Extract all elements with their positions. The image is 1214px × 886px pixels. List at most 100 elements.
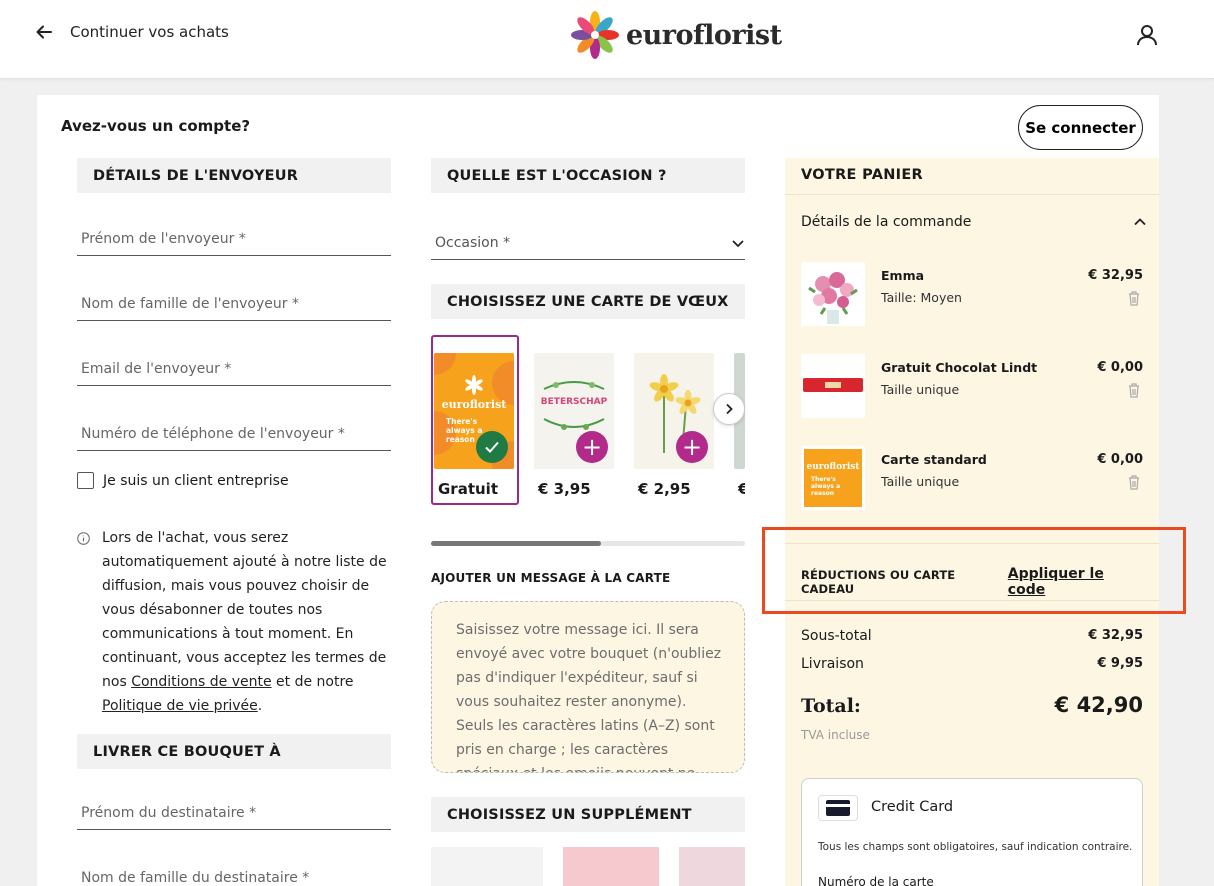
- card-price: € 2,95: [638, 480, 691, 498]
- item-name: Emma: [881, 268, 925, 283]
- info-text-part: .: [257, 698, 263, 714]
- total-label: Total:: [801, 695, 861, 717]
- chevron-right-icon: [726, 403, 733, 415]
- card-thumbnail-tagline: There's always a reason: [811, 476, 841, 497]
- card-thumbnail-brand: euroflorist: [806, 462, 860, 472]
- card-price: €: [738, 480, 745, 498]
- newsletter-info-text: Lors de l'achat, vous serez automatiquem…: [102, 526, 397, 718]
- continue-shopping-link[interactable]: Continuer vos achats: [34, 22, 229, 42]
- sender-phone-input[interactable]: [81, 425, 391, 442]
- card-image-beterschap: BETERSCHAP +: [534, 353, 614, 469]
- item-variant: Taille: Moyen: [881, 290, 962, 305]
- card-price: € 3,95: [538, 480, 591, 498]
- supplement-item[interactable]: [679, 847, 745, 886]
- business-customer-label: Je suis un client entreprise: [103, 472, 289, 489]
- chocolate-bar-image: [801, 354, 865, 418]
- subtotal-row: Sous-total € 32,95: [801, 628, 1143, 644]
- add-card-button[interactable]: +: [576, 431, 608, 463]
- sender-email-input[interactable]: [81, 360, 391, 377]
- recipient-section-heading: LIVRER CE BOUQUET À: [77, 734, 391, 769]
- info-text-part: Lors de l'achat, vous serez automatiquem…: [102, 530, 387, 690]
- card-glyph: [826, 800, 850, 816]
- item-name: Carte standard: [881, 452, 987, 467]
- sender-last-name-field[interactable]: [77, 287, 391, 321]
- sender-first-name-input[interactable]: [81, 230, 391, 247]
- supplement-section-heading: CHOISISSEZ UN SUPPLÉMENT: [431, 797, 745, 832]
- total-row: Total: € 42,90: [801, 693, 1143, 717]
- total-value: € 42,90: [1054, 693, 1143, 717]
- recipient-first-name-input[interactable]: [81, 804, 391, 821]
- greeting-card-option[interactable]: €: [734, 353, 745, 521]
- occasion-select-value: Occasion *: [435, 234, 511, 251]
- item-price: € 0,00: [1097, 360, 1143, 375]
- bouquet-image: [801, 262, 865, 326]
- sender-email-field[interactable]: [77, 352, 391, 386]
- order-details-toggle[interactable]: Détails de la commande: [801, 214, 1147, 230]
- terms-of-sale-link[interactable]: Conditions de vente: [131, 674, 271, 690]
- delivery-label: Livraison: [801, 656, 864, 672]
- payment-method-title: Credit Card: [871, 799, 954, 815]
- trash-icon[interactable]: [1127, 290, 1141, 306]
- promo-highlight-box: [762, 527, 1186, 614]
- sender-phone-field[interactable]: [77, 417, 391, 451]
- checkmark-icon: [485, 441, 499, 453]
- greeting-card-option[interactable]: euroflorist There's always a reason Grat…: [434, 353, 516, 521]
- logo-wordmark: euroflorist: [626, 19, 782, 51]
- trash-icon[interactable]: [1127, 382, 1141, 398]
- newsletter-info: Lors de l'achat, vous serez automatiquem…: [77, 526, 397, 718]
- item-name: Gratuit Chocolat Lindt: [881, 360, 1038, 375]
- greeting-card-option[interactable]: BETERSCHAP + € 3,95: [534, 353, 616, 521]
- cart-divider: [785, 194, 1159, 195]
- cart-heading: VOTRE PANIER: [801, 167, 924, 183]
- cards-scrollbar[interactable]: [431, 541, 745, 546]
- delivery-value: € 9,95: [1097, 656, 1143, 671]
- card-message-textarea[interactable]: Saisissez votre message ici. Il sera env…: [431, 601, 745, 773]
- card-brand-text: euroflorist: [441, 398, 507, 411]
- cards-scrollbar-thumb[interactable]: [431, 541, 601, 546]
- cart-summary: VOTRE PANIER Détails de la commande Emma…: [785, 158, 1159, 886]
- arrow-left-icon: [36, 25, 52, 39]
- item-price: € 0,00: [1097, 452, 1143, 467]
- privacy-policy-link[interactable]: Politique de vie privée: [102, 698, 258, 714]
- supplement-item[interactable]: [431, 847, 543, 886]
- account-question: Avez-vous un compte?: [61, 117, 251, 135]
- item-variant: Taille unique: [881, 382, 960, 397]
- top-header: Continuer vos achats euroflorist: [0, 0, 1214, 79]
- supplement-item[interactable]: [563, 847, 659, 886]
- sender-last-name-input[interactable]: [81, 295, 391, 312]
- delivery-row: Livraison € 9,95: [801, 656, 1143, 672]
- subtotal-value: € 32,95: [1088, 628, 1143, 643]
- trash-icon[interactable]: [1127, 474, 1141, 490]
- subtotal-label: Sous-total: [801, 628, 872, 644]
- sender-section-heading: DÉTAILS DE L'ENVOYEUR: [77, 158, 391, 193]
- login-button[interactable]: Se connecter: [1018, 105, 1143, 150]
- greeting-card-option[interactable]: + € 2,95: [634, 353, 716, 521]
- item-price: € 32,95: [1088, 268, 1143, 283]
- business-customer-checkbox[interactable]: [77, 472, 94, 489]
- recipient-last-name-input[interactable]: [81, 869, 391, 886]
- cards-next-button[interactable]: [713, 393, 745, 425]
- card-title-text: BETERSCHAP: [540, 397, 608, 407]
- chevron-up-icon: [1134, 218, 1146, 226]
- info-text-part: et de notre: [271, 674, 354, 690]
- user-account-icon[interactable]: [1134, 22, 1160, 48]
- continue-shopping-label: Continuer vos achats: [70, 23, 229, 41]
- credit-card-icon: [818, 795, 858, 821]
- occasion-select[interactable]: Occasion *: [431, 226, 745, 260]
- card-selected-check[interactable]: [476, 431, 508, 463]
- recipient-first-name-field[interactable]: [77, 796, 391, 830]
- sender-first-name-field[interactable]: [77, 222, 391, 256]
- card-price: Gratuit: [438, 480, 498, 498]
- required-fields-note: Tous les champs sont obligatoires, sauf …: [818, 841, 1133, 853]
- order-details-label: Détails de la commande: [801, 214, 972, 230]
- credit-card-payment: Credit Card Tous les champs sont obligat…: [801, 778, 1143, 886]
- item-variant: Taille unique: [881, 474, 960, 489]
- info-icon: [77, 532, 90, 545]
- card-message-label: AJOUTER UN MESSAGE À LA CARTE: [431, 571, 671, 585]
- euroflorist-logo[interactable]: euroflorist: [570, 10, 782, 60]
- greeting-card-section-heading: CHOISISSEZ UNE CARTE DE VŒUX: [431, 284, 745, 319]
- add-card-button[interactable]: +: [676, 431, 708, 463]
- business-customer-option[interactable]: Je suis un client entreprise: [77, 472, 289, 489]
- recipient-last-name-field[interactable]: [77, 861, 391, 886]
- card-number-label: Numéro de la carte: [818, 875, 934, 886]
